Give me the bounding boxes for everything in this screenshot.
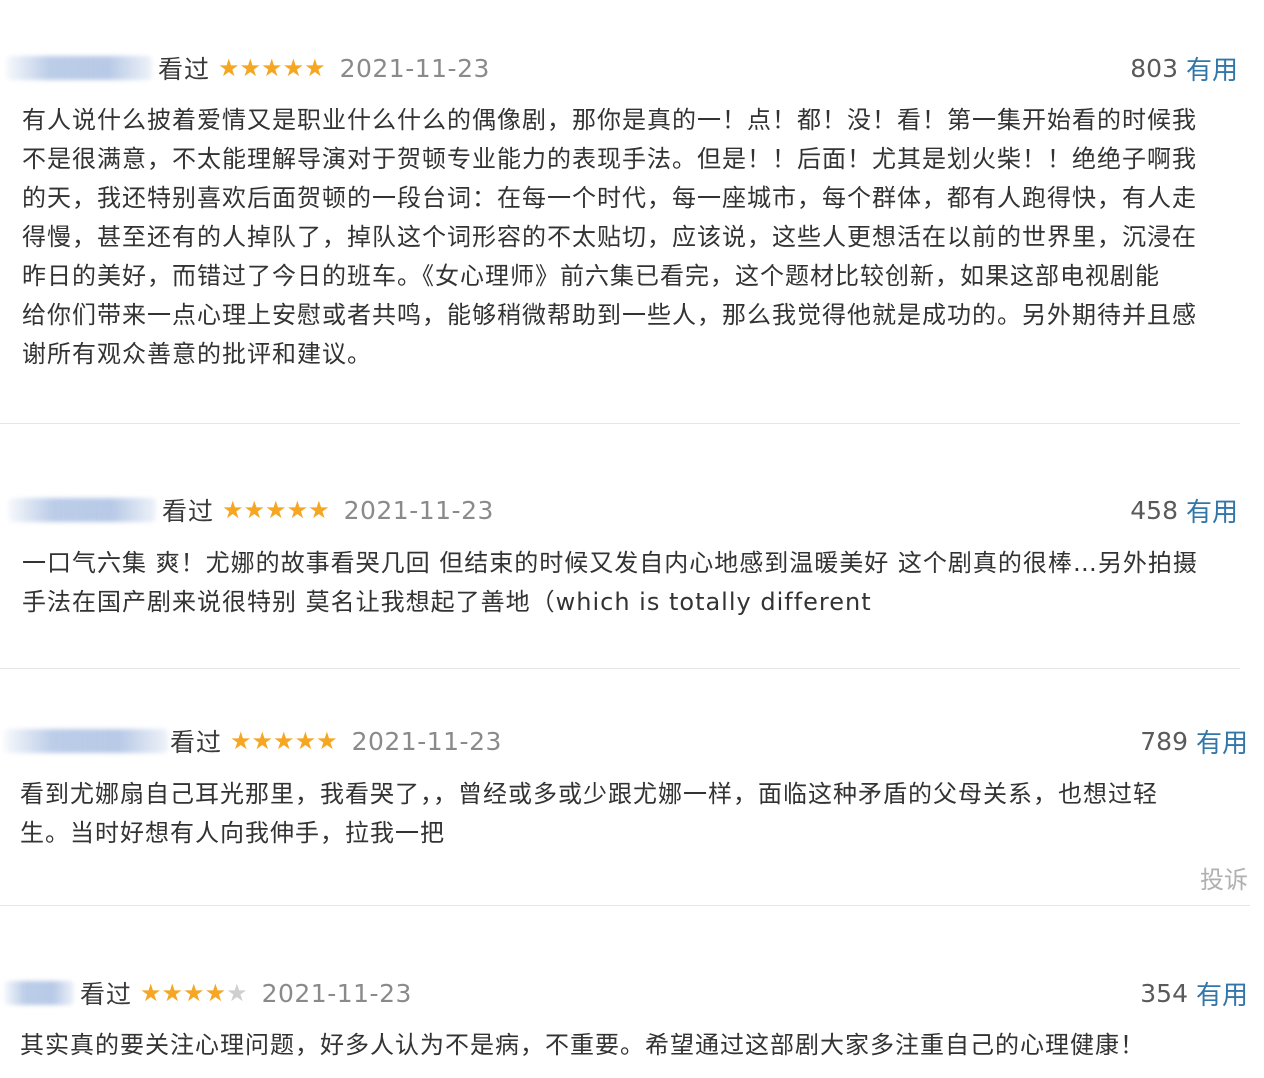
vote-area: 789 有用 [1140, 721, 1248, 761]
review-meta: 看过 ★ ★ ★ ★ ★ 2021-11-23 [162, 490, 494, 530]
star-icon: ★ [265, 496, 287, 524]
useful-button[interactable]: 有用 [1196, 723, 1248, 760]
star-icon: ★ [273, 727, 295, 755]
review-date: 2021-11-23 [351, 726, 502, 756]
review-line: 其实真的要关注心理问题，好多人认为不是病，不重要。希望通过这部剧大家多注重自己的… [20, 1031, 1145, 1059]
blurred-username [4, 729, 168, 753]
review-line: 一口气六集 爽！尤娜的故事看哭几回 但结束的时候又发自内心地感到温暖美好 这个剧… [22, 549, 1198, 577]
review-text: 一口气六集 爽！尤娜的故事看哭几回 但结束的时候又发自内心地感到温暖美好 这个剧… [22, 544, 1242, 622]
star-icon: ★ [251, 727, 274, 755]
star-icon: ★ [161, 979, 184, 1007]
star-icon: ★ [218, 54, 240, 82]
rating-stars: ★ ★ ★ ★ ★ [218, 56, 326, 80]
useful-button[interactable]: 有用 [1196, 975, 1248, 1012]
review-date: 2021-11-23 [343, 495, 494, 525]
watch-status: 看过 [162, 497, 215, 526]
review-date: 2021-11-23 [261, 978, 412, 1008]
star-icon: ★ [286, 496, 309, 524]
watch-status: 看过 [80, 980, 133, 1009]
review-list: 看过 ★ ★ ★ ★ ★ 2021-11-23 803 有用 有人说什么披着爱情… [0, 0, 1264, 1078]
divider [0, 668, 1240, 669]
star-icon: ★ [261, 54, 283, 82]
review-text: 其实真的要关注心理问题，好多人认为不是病，不重要。希望通过这部剧大家多注重自己的… [20, 1026, 1240, 1065]
vote-count: 458 [1130, 495, 1178, 525]
review-line: 有人说什么披着爱情又是职业什么什么的偶像剧，那你是真的一！点！都！没！看！第一集… [22, 106, 1197, 134]
useful-button[interactable]: 有用 [1186, 492, 1238, 529]
star-icon: ★ [140, 979, 162, 1007]
star-icon: ★ [230, 727, 252, 755]
divider [0, 423, 1240, 424]
blurred-username [6, 56, 152, 80]
review-line: 给你们带来一点心理上安慰或者共鸣，能够稍微帮助到一些人，那么我觉得他就是成功的。… [22, 301, 1197, 329]
rating-stars: ★ ★ ★ ★ ★ [230, 729, 338, 753]
star-icon: ★ [226, 979, 248, 1007]
star-icon: ★ [304, 54, 326, 82]
review-line: 不是很满意，不太能理解导演对于贺顿专业能力的表现手法。但是！！后面！尤其是划火柴… [22, 145, 1197, 173]
vote-count: 354 [1140, 978, 1188, 1008]
review-line: 的天，我还特别喜欢后面贺顿的一段台词：在每一个时代，每一座城市，每个群体，都有人… [22, 184, 1197, 212]
rating-stars: ★ ★ ★ ★ ★ [222, 498, 330, 522]
vote-area: 458 有用 [1130, 490, 1238, 530]
vote-count: 803 [1130, 53, 1178, 83]
vote-area: 803 有用 [1130, 48, 1238, 88]
review-meta: 看过 ★ ★ ★ ★ ★ 2021-11-23 [170, 721, 502, 761]
watch-status: 看过 [170, 728, 223, 757]
star-icon: ★ [183, 979, 205, 1007]
star-icon: ★ [222, 496, 244, 524]
star-icon: ★ [204, 979, 227, 1007]
star-icon: ★ [243, 496, 266, 524]
vote-area: 354 有用 [1140, 973, 1248, 1013]
blurred-username [8, 498, 156, 522]
watch-status: 看过 [158, 55, 211, 84]
useful-button[interactable]: 有用 [1186, 50, 1238, 87]
review-date: 2021-11-23 [339, 53, 490, 83]
rating-stars: ★ ★ ★ ★ ★ [140, 981, 248, 1005]
review-line: 谢所有观众善意的批评和建议。 [22, 340, 372, 368]
star-icon: ★ [308, 496, 330, 524]
review-line: 手法在国产剧来说很特别 莫名让我想起了善地（which is totally d… [22, 588, 872, 616]
star-icon: ★ [239, 54, 262, 82]
star-icon: ★ [316, 727, 338, 755]
review-line: 得慢，甚至还有的人掉队了，掉队这个词形容的不太贴切，应该说，这些人更想活在以前的… [22, 223, 1197, 251]
report-button[interactable]: 投诉 [1200, 860, 1248, 895]
review-line: 昨日的美好，而错过了今日的班车。《女心理师》前六集已看完，这个题材比较创新，如果… [22, 262, 1160, 290]
star-icon: ★ [294, 727, 317, 755]
review-line: 生。当时好想有人向我伸手，拉我一把 [20, 819, 445, 847]
blurred-username [4, 981, 74, 1005]
star-icon: ★ [282, 54, 305, 82]
review-text: 看到尤娜扇自己耳光那里，我看哭了，，曾经或多或少跟尤娜一样，面临这种矛盾的父母关… [20, 775, 1240, 853]
review-meta: 看过 ★ ★ ★ ★ ★ 2021-11-23 [158, 48, 490, 88]
divider [0, 905, 1250, 906]
review-text: 有人说什么披着爱情又是职业什么什么的偶像剧，那你是真的一！点！都！没！看！第一集… [22, 101, 1242, 374]
review-line: 看到尤娜扇自己耳光那里，我看哭了，，曾经或多或少跟尤娜一样，面临这种矛盾的父母关… [20, 780, 1158, 808]
review-meta: 看过 ★ ★ ★ ★ ★ 2021-11-23 [80, 973, 412, 1013]
vote-count: 789 [1140, 726, 1188, 756]
